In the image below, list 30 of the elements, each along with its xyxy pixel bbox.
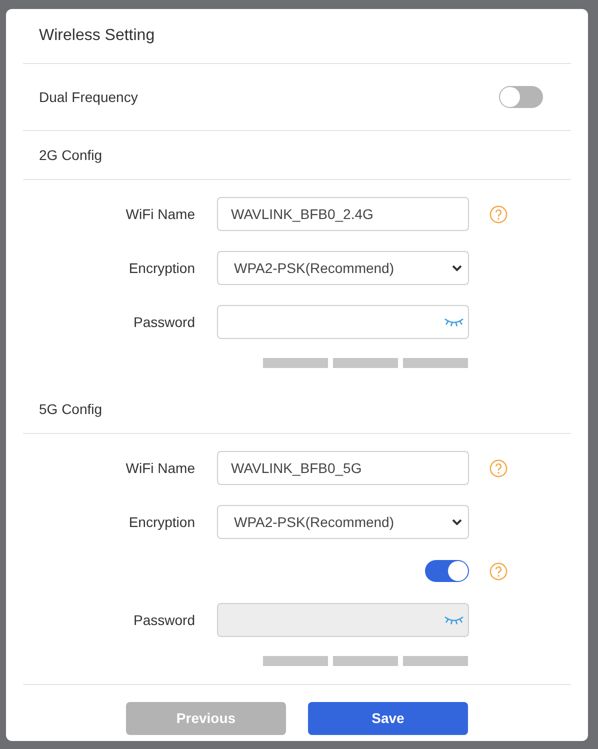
toggle-switch[interactable] (425, 560, 469, 582)
encryption-select[interactable]: WPA2-PSK(Recommend) (217, 505, 469, 539)
password-field[interactable] (217, 305, 469, 339)
closed-eye-icon[interactable] (444, 317, 464, 327)
strength-bar (333, 358, 398, 368)
field-label: WiFi Name (124, 204, 196, 224)
field-label: Encryption (128, 512, 196, 532)
strength-bar (263, 358, 328, 368)
encryption-select[interactable]: WPA2-PSK(Recommend) (217, 251, 469, 285)
strength-bar (333, 656, 398, 666)
chevron-down-icon (452, 264, 462, 272)
dual-frequency-label: Dual Frequency (39, 88, 138, 107)
chevron-down-icon (452, 518, 462, 526)
strength-bar (263, 656, 328, 666)
dialog-title: Wireless Setting (39, 26, 155, 46)
field-label: Password (132, 610, 196, 630)
strength-bar (403, 358, 468, 368)
toggle-switch[interactable] (499, 86, 543, 108)
field-label: WiFi Name (124, 458, 196, 478)
field-label: Password (132, 312, 196, 332)
help-icon[interactable] (489, 562, 508, 580)
section-title: 2G Config (39, 146, 102, 165)
strength-bar (403, 656, 468, 666)
wifi-name-field[interactable]: WAVLINK_BFB0_5G (217, 451, 469, 485)
field-label: Encryption (128, 258, 196, 278)
help-icon[interactable] (489, 204, 508, 224)
wifi-name-field[interactable]: WAVLINK_BFB0_2.4G (217, 197, 469, 231)
help-icon[interactable] (489, 458, 508, 478)
section-title: 5G Config (39, 400, 102, 419)
save-button[interactable]: Save (308, 702, 468, 735)
